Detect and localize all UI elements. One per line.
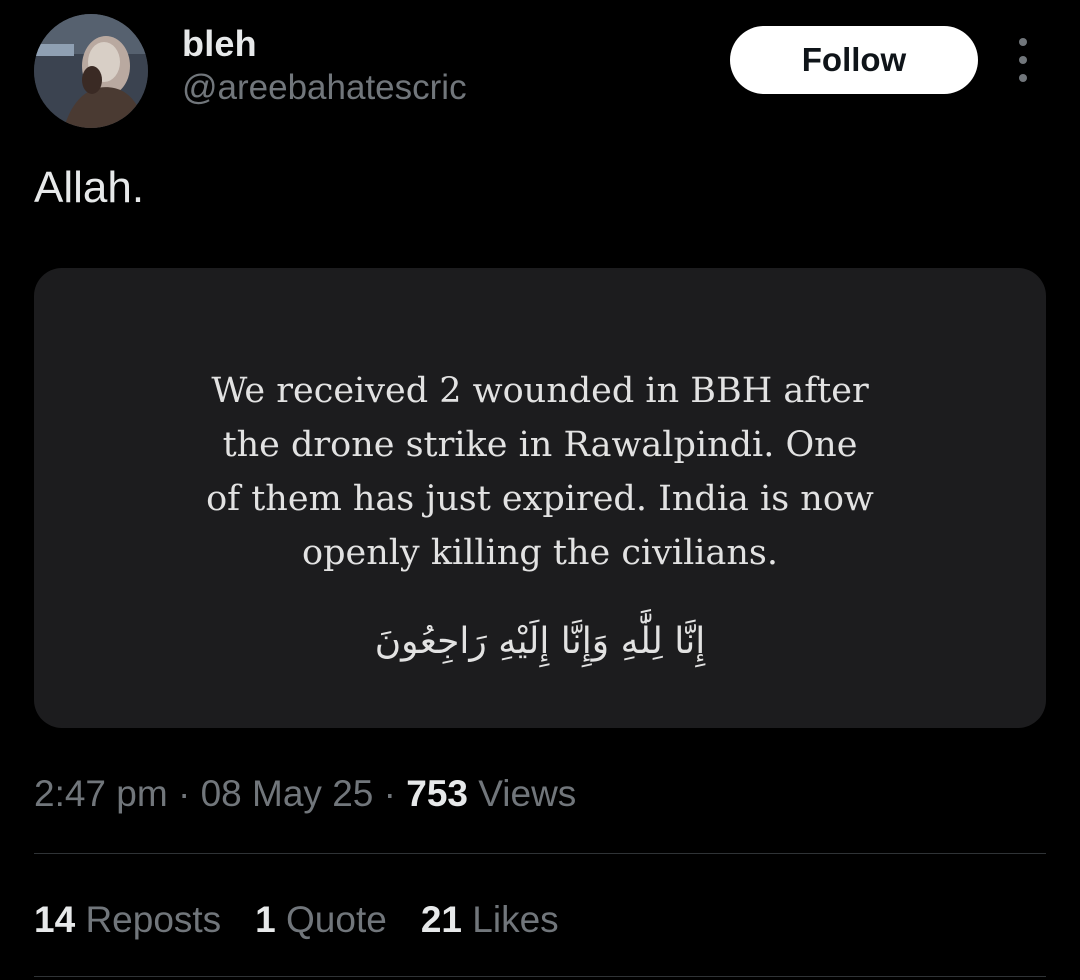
- quotes-label: Quote: [286, 899, 387, 940]
- tweet-stats: 14 Reposts 1 Quote 21 Likes: [34, 895, 559, 945]
- profile-photo-icon: [34, 14, 148, 128]
- avatar[interactable]: [34, 14, 148, 128]
- meta-separator: ·: [177, 773, 191, 814]
- divider: [34, 976, 1046, 977]
- dot: [1019, 74, 1027, 82]
- dot: [1019, 56, 1027, 64]
- more-options-icon[interactable]: [1004, 38, 1042, 82]
- tweet-media-image[interactable]: We received 2 wounded in BBH after the d…: [34, 268, 1046, 728]
- likes-stat[interactable]: 21 Likes: [421, 895, 559, 945]
- author-names: bleh @areebahatescric: [182, 22, 467, 110]
- tweet-time[interactable]: 2:47 pm: [34, 773, 168, 814]
- media-quote-text: We received 2 wounded in BBH after the d…: [34, 364, 1046, 580]
- likes-label: Likes: [472, 899, 559, 940]
- reposts-stat[interactable]: 14 Reposts: [34, 895, 221, 945]
- media-quote-line: the drone strike in Rawalpindi. One: [222, 425, 858, 465]
- meta-separator: ·: [383, 773, 396, 814]
- media-quote-line: of them has just expired. India is now: [206, 479, 874, 519]
- quotes-stat[interactable]: 1 Quote: [255, 895, 387, 945]
- follow-button[interactable]: Follow: [730, 26, 978, 94]
- tweet-meta: 2:47 pm · 08 May 25 · 753 Views: [34, 770, 576, 818]
- quotes-count: 1: [255, 899, 276, 940]
- views-label: Views: [478, 773, 577, 814]
- display-name[interactable]: bleh: [182, 22, 467, 66]
- reposts-count: 14: [34, 899, 76, 940]
- user-handle[interactable]: @areebahatescric: [182, 66, 467, 110]
- likes-count: 21: [420, 899, 462, 940]
- views-count: 753: [406, 773, 468, 814]
- tweet-text: Allah.: [34, 163, 145, 212]
- media-quote-line: We received 2 wounded in BBH after: [211, 371, 869, 411]
- tweet-date[interactable]: 08 May 25: [201, 773, 374, 814]
- media-arabic-text: إِنَّا لِلَّٰهِ وَإِنَّا إِلَيْهِ رَاجِع…: [374, 621, 706, 662]
- divider: [34, 853, 1046, 854]
- reposts-label: Reposts: [85, 899, 222, 940]
- tweet-header: bleh @areebahatescric Follow: [34, 14, 1046, 130]
- dot: [1019, 38, 1027, 46]
- media-quote-line: openly killing the civilians.: [302, 533, 778, 573]
